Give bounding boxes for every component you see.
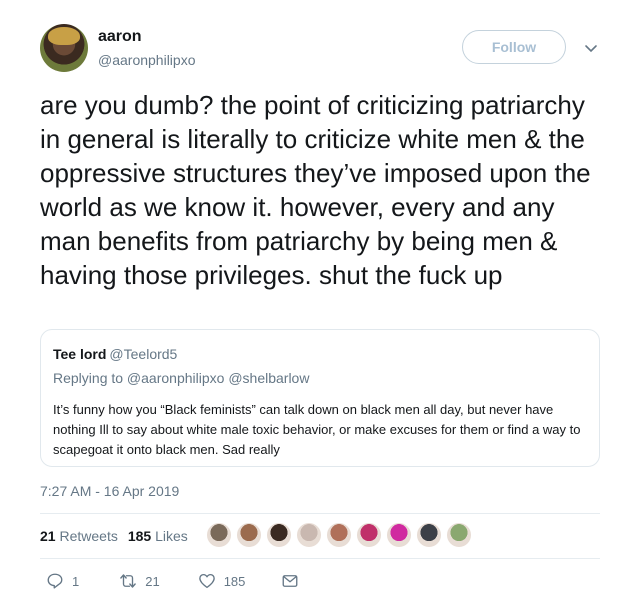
heart-icon bbox=[198, 573, 215, 589]
tweet-timestamp[interactable]: 7:27 AM - 16 Apr 2019 bbox=[40, 483, 179, 499]
quoted-author-name: Tee lord bbox=[53, 346, 107, 362]
quoted-text: It’s funny how you “Black feminists” can… bbox=[53, 402, 581, 457]
quoted-author-handle: @Teelord5 bbox=[109, 346, 178, 362]
tweet-actions: 1 21 185 bbox=[40, 572, 299, 590]
author-avatar[interactable] bbox=[40, 24, 88, 72]
divider-bottom bbox=[40, 558, 600, 559]
follow-button[interactable]: Follow bbox=[462, 30, 566, 64]
tweet-text: are you dumb? the point of criticizing p… bbox=[40, 90, 591, 290]
retweet-count: 21 bbox=[145, 573, 160, 589]
liker-avatar-6[interactable] bbox=[356, 522, 382, 548]
like-count: 185 bbox=[223, 573, 246, 589]
divider-top bbox=[40, 513, 600, 514]
avatar-hair bbox=[48, 27, 80, 45]
reply-button[interactable]: 1 bbox=[46, 572, 79, 590]
liker-avatar-8[interactable] bbox=[416, 522, 442, 548]
reply-icon bbox=[47, 573, 63, 589]
reply-count: 1 bbox=[72, 573, 80, 589]
likes-label: Likes bbox=[155, 528, 188, 544]
envelope-icon bbox=[282, 575, 298, 587]
liker-avatar-4[interactable] bbox=[296, 522, 322, 548]
retweets-stat[interactable]: 21 Retweets bbox=[40, 528, 118, 544]
chevron-down-icon[interactable] bbox=[583, 40, 599, 56]
retweet-icon bbox=[120, 574, 137, 588]
liker-avatar-5[interactable] bbox=[326, 522, 352, 548]
liker-avatar-7[interactable] bbox=[386, 522, 412, 548]
liker-avatar-2[interactable] bbox=[236, 522, 262, 548]
liker-avatar-3[interactable] bbox=[266, 522, 292, 548]
likes-stat[interactable]: 185 Likes bbox=[128, 528, 188, 544]
retweet-button[interactable]: 21 bbox=[119, 572, 160, 590]
author-name[interactable]: aaron bbox=[98, 28, 142, 46]
retweets-count: 21 bbox=[40, 528, 56, 544]
like-button[interactable]: 185 bbox=[198, 572, 246, 590]
tweet-stats: 21 Retweets 185 Likes bbox=[40, 528, 188, 544]
likes-count: 185 bbox=[127, 528, 152, 544]
quoted-tweet[interactable]: Tee lord @Teelord5 Replying to @aaronphil… bbox=[40, 329, 600, 467]
direct-message-button[interactable] bbox=[281, 572, 299, 590]
author-handle[interactable]: @aaronphilipxo bbox=[98, 52, 196, 68]
retweets-label: Retweets bbox=[59, 528, 118, 544]
quoted-replying-to: Replying to @aaronphilipxo @shelbarlow bbox=[53, 370, 310, 386]
quoted-author: Tee lord @Teelord5 bbox=[53, 346, 177, 362]
liker-avatar-9[interactable] bbox=[446, 522, 472, 548]
liker-avatars bbox=[206, 522, 476, 548]
liker-avatar-1[interactable] bbox=[206, 522, 232, 548]
